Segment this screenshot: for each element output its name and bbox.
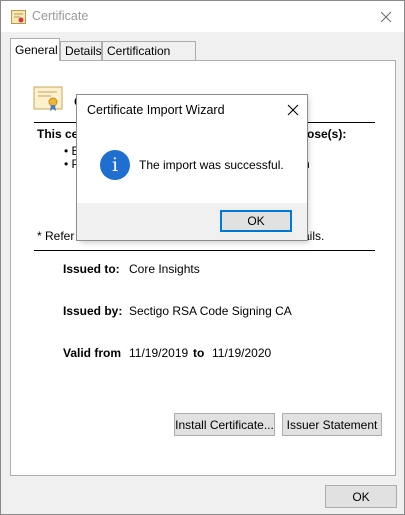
info-icon: i (100, 150, 130, 180)
refer-note: * Refer t (37, 229, 82, 243)
issued-to-value: Core Insights (129, 262, 200, 276)
dialog-title: Certificate Import Wizard (87, 103, 225, 117)
valid-to-label: to (193, 346, 205, 360)
purpose-heading-tail: ose(s): (307, 127, 347, 141)
issued-by-label: Issued by: (63, 304, 123, 318)
tab-general[interactable]: General (10, 38, 60, 61)
tab-certification-path[interactable]: Certification Path (102, 41, 196, 72)
dialog-footer: OK (77, 203, 307, 240)
valid-to-value: 11/19/2020 (212, 346, 272, 360)
tab-details[interactable]: Details (60, 41, 102, 60)
certificate-icon (11, 10, 26, 24)
install-certificate-button[interactable]: Install Certificate... (174, 413, 275, 436)
divider (34, 250, 375, 251)
certificate-large-icon (33, 86, 63, 112)
certificate-window: Certificate General Details Certificatio… (0, 0, 405, 515)
issued-to-label: Issued to: (63, 262, 120, 276)
import-wizard-dialog: Certificate Import Wizard i The import w… (76, 94, 308, 241)
dialog-message: The import was successful. (139, 158, 284, 172)
ok-button[interactable]: OK (325, 485, 397, 508)
issued-by-value: Sectigo RSA Code Signing CA (129, 304, 292, 318)
issuer-statement-button[interactable]: Issuer Statement (282, 413, 382, 436)
dialog-ok-button[interactable]: OK (220, 210, 292, 232)
close-icon[interactable] (282, 101, 304, 119)
title-bar: Certificate (1, 1, 404, 32)
valid-from-value: 11/19/2019 (129, 346, 189, 360)
valid-from-label: Valid from (63, 346, 122, 360)
window-title: Certificate (32, 9, 89, 23)
close-icon[interactable] (368, 1, 404, 32)
